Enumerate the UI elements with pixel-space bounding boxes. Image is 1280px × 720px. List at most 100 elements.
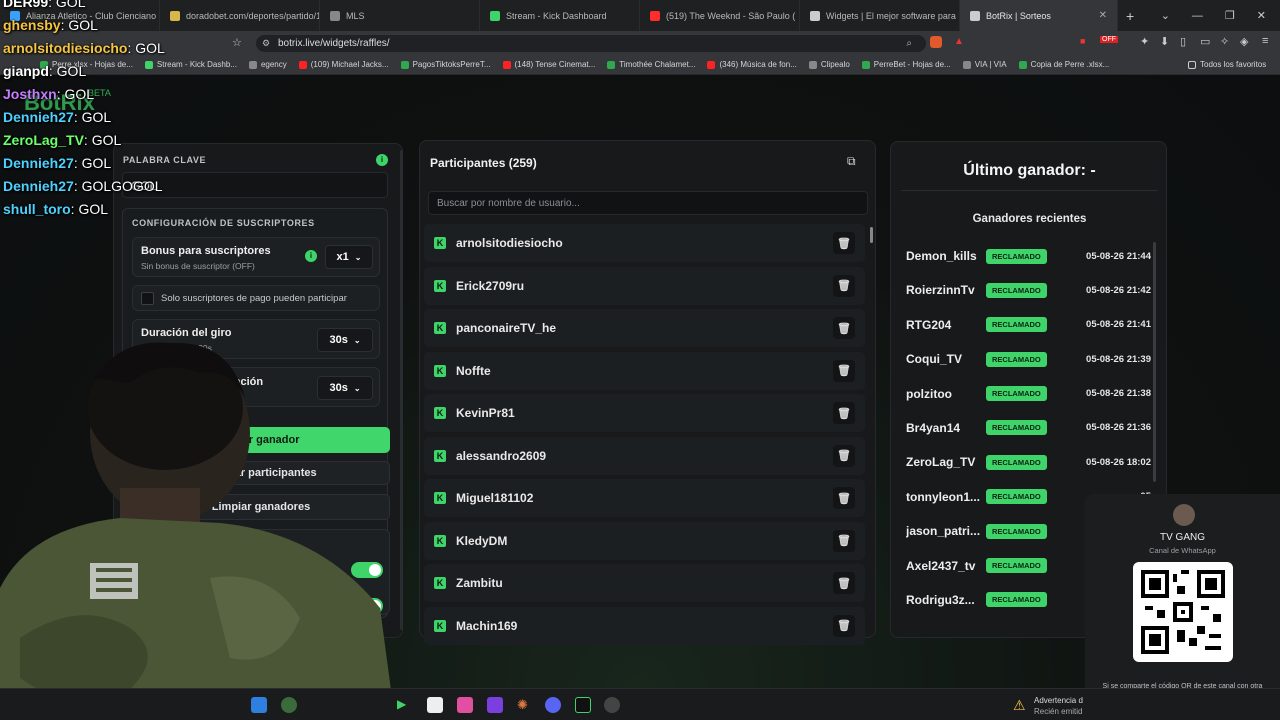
- trash-icon[interactable]: 🗑: [833, 444, 855, 467]
- menu-icon[interactable]: ≡: [1262, 35, 1268, 47]
- photos-icon[interactable]: [457, 697, 473, 713]
- url-input[interactable]: ⚙ botrix.live/widgets/raffles/ ⌕: [256, 35, 926, 52]
- trash-icon[interactable]: 🗑: [833, 614, 855, 637]
- paid-only-row[interactable]: Solo suscriptores de pago pueden partici…: [132, 285, 380, 311]
- trash-icon[interactable]: 🗑: [833, 402, 855, 424]
- bookmark-item[interactable]: PerreBet - Hojas de...: [861, 60, 951, 69]
- divider: [901, 190, 1158, 191]
- tab-widgets[interactable]: Widgets | El mejor software para p: [800, 0, 960, 31]
- bookmark-item[interactable]: Copia de Perre .xlsx...: [1018, 60, 1109, 69]
- trash-icon[interactable]: 🗑: [833, 572, 855, 594]
- warning-icon[interactable]: ⚠: [1013, 697, 1026, 714]
- close-window-icon[interactable]: ✕: [1257, 9, 1266, 22]
- participant-row[interactable]: K Zambitu 🗑: [424, 564, 865, 602]
- participant-row[interactable]: K Erick2709ru 🗑: [424, 266, 865, 305]
- bookmark-item[interactable]: (148) Tense Cinemat...: [502, 60, 595, 69]
- minimize-icon[interactable]: —: [1192, 10, 1203, 22]
- info-icon[interactable]: i: [305, 250, 317, 262]
- trash-icon[interactable]: 🗑: [833, 529, 855, 552]
- chat-colon: :: [73, 178, 82, 194]
- bookmark-item[interactable]: (346) Música de fon...: [707, 60, 797, 69]
- brave-rewards-icon[interactable]: ▲: [954, 36, 964, 47]
- bonus-title: Bonus para suscriptores: [141, 245, 271, 257]
- participant-row[interactable]: Karnolsitodiesiocho 🗑: [424, 224, 865, 262]
- participant-row[interactable]: K Machin169 🗑: [424, 606, 865, 645]
- trash-icon[interactable]: 🗑: [833, 359, 855, 382]
- app-icon[interactable]: [604, 697, 620, 713]
- winner-date: 05-08-26 21:38: [1086, 388, 1151, 400]
- bookmark-item[interactable]: VIA | VIA: [962, 60, 1007, 69]
- edge-icon[interactable]: [251, 697, 267, 713]
- bookmark-star-icon[interactable]: ☆: [232, 36, 242, 49]
- tab-botrix-sorteos[interactable]: BotRix | Sorteos ✕: [960, 0, 1118, 31]
- zoom-icon[interactable]: ⌕: [906, 35, 912, 52]
- bookmark-item[interactable]: egency: [248, 60, 287, 69]
- chat-username: ghensby: [3, 17, 61, 33]
- participant-row[interactable]: KpanconaireTV_he 🗑: [424, 309, 865, 347]
- paid-only-checkbox[interactable]: [141, 292, 154, 305]
- tab-mls[interactable]: MLS: [320, 0, 480, 31]
- chat-text: GOL: [68, 17, 98, 33]
- chat-message: shull_toro: GOL: [3, 201, 163, 224]
- app-icon[interactable]: [281, 697, 297, 713]
- spark-icon[interactable]: ✺: [517, 697, 533, 713]
- tab-youtube[interactable]: (519) The Weeknd - São Paulo (: [640, 0, 800, 31]
- restore-icon[interactable]: ❐: [1225, 9, 1235, 22]
- browser-tab-strip: Alianza Atletico - Club Cienciano Cu dor…: [0, 0, 1280, 31]
- app-icon[interactable]: [487, 697, 503, 713]
- extension-off-icon[interactable]: OFF: [1100, 36, 1118, 43]
- webcam-feed: [0, 338, 395, 720]
- copy-icon[interactable]: ⧉: [847, 154, 856, 169]
- downloads-icon[interactable]: ⬇: [1160, 35, 1169, 48]
- wallet-icon[interactable]: ▭: [1200, 35, 1210, 48]
- participant-row[interactable]: K KevinPr81 🗑: [424, 394, 865, 432]
- winner-name: polzitoo: [906, 386, 952, 401]
- bookmark-item[interactable]: PagosTiktoksPerreT...: [400, 60, 491, 69]
- chat-message: Dennieh27: GOL: [3, 155, 163, 178]
- paid-only-label: Solo suscriptores de pago pueden partici…: [161, 293, 347, 304]
- participant-search-input[interactable]: Buscar por nombre de usuario...: [428, 191, 868, 215]
- sidebar-icon[interactable]: ▯: [1180, 35, 1186, 48]
- vpn-icon[interactable]: ◈: [1240, 35, 1248, 48]
- chat-username: arnolsitodiesiocho: [3, 40, 128, 56]
- bonus-select[interactable]: x1 ⌄: [325, 245, 373, 269]
- settings-scrollbar[interactable]: [400, 150, 403, 630]
- capcut-icon[interactable]: [427, 697, 443, 713]
- participant-row[interactable]: K KledyDM 🗑: [424, 521, 865, 560]
- site-info-icon[interactable]: ⚙: [262, 35, 270, 52]
- bookmark-item[interactable]: (109) Michael Jacks...: [298, 60, 389, 69]
- trash-icon[interactable]: 🗑: [833, 274, 855, 297]
- trash-icon[interactable]: 🗑: [833, 232, 855, 254]
- status-badge: RECLAMADO: [986, 558, 1047, 574]
- qr-code-icon: [1141, 570, 1225, 654]
- trash-icon[interactable]: 🗑: [833, 317, 855, 339]
- tab-doradobet[interactable]: doradobet.com/deportes/partido/1: [160, 0, 320, 31]
- brave-icon[interactable]: [930, 36, 942, 48]
- bookmark-item[interactable]: Timothée Chalamet...: [607, 60, 695, 69]
- discord-icon[interactable]: [545, 697, 561, 713]
- recent-winners-title: Ganadores recientes: [972, 213, 1087, 225]
- extension-icon[interactable]: ■: [1080, 36, 1085, 46]
- extensions-icon[interactable]: ✦: [1140, 35, 1149, 48]
- all-bookmarks[interactable]: Todos los favoritos: [1188, 60, 1266, 69]
- participant-row[interactable]: K Miguel181102 🗑: [424, 479, 865, 517]
- winner-date: 05-08-26 21:36: [1086, 422, 1151, 434]
- winner-row: Coqui_TV RECLAMADO 05-08-26 21:39: [906, 343, 1151, 375]
- winner-name: tonnyleon1...: [906, 489, 980, 504]
- winners-scrollbar[interactable]: [1153, 242, 1156, 482]
- close-tab-icon[interactable]: ✕: [1099, 10, 1107, 21]
- app-icon[interactable]: [575, 697, 591, 713]
- new-tab-icon[interactable]: +: [1118, 8, 1142, 24]
- bookmark-item[interactable]: Clipealo: [808, 60, 850, 69]
- participant-row[interactable]: Kalessandro2609 🗑: [424, 436, 865, 475]
- participant-row[interactable]: K Noffte 🗑: [424, 351, 865, 390]
- leo-icon[interactable]: ✧: [1220, 35, 1229, 48]
- obs-icon[interactable]: ▶: [397, 697, 413, 713]
- participant-name: Machin169: [456, 618, 518, 633]
- tab-kick-dashboard[interactable]: Stream - Kick Dashboard: [480, 0, 640, 31]
- winner-name: jason_patri...: [906, 524, 980, 539]
- info-icon[interactable]: i: [376, 154, 388, 166]
- tab-search-icon[interactable]: ⌄: [1161, 9, 1170, 22]
- trash-icon[interactable]: 🗑: [833, 487, 855, 509]
- participants-scrollbar[interactable]: [870, 227, 873, 243]
